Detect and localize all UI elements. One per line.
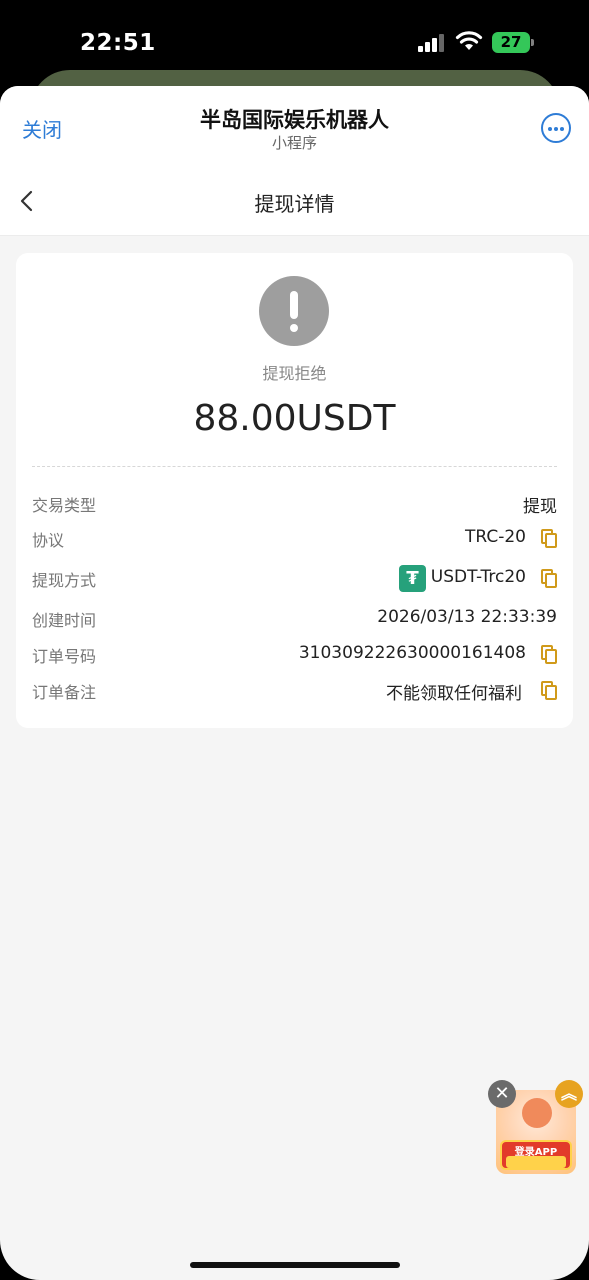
promo-expand-icon[interactable]: ︽ [555,1080,583,1108]
row-label: 提现方式 [32,571,97,590]
detail-row-withdrawal-method: 提现方式 ₮ USDT-Trc20 [32,565,557,593]
detail-row-order-note: 订单备注 不能领取任何福利 [32,677,557,705]
row-value: 2026/03/13 22:33:39 [377,607,557,627]
copy-icon[interactable] [541,569,557,588]
detail-row-transaction-type: 交易类型 提现 [32,490,557,518]
row-label: 交易类型 [32,496,97,515]
status-text: 提现拒绝 [262,364,327,383]
row-value: USDT-Trc20 [430,567,526,587]
copy-icon[interactable] [541,681,557,700]
miniprogram-title: 半岛国际娱乐机器人 [200,108,389,132]
miniprogram-header: 关闭 半岛国际娱乐机器人 小程序 [0,86,589,166]
cellular-signal-icon [418,34,448,52]
row-label: 订单备注 [32,683,97,702]
exclamation-icon [259,276,329,346]
tether-icon: ₮ [399,565,426,592]
wifi-icon [455,31,483,50]
floating-promo-widget[interactable]: 登录APP ✕ ︽ [488,1078,584,1176]
more-options-icon[interactable] [541,113,571,143]
nav-bar: 提现详情 [0,166,589,236]
row-value: TRC-20 [465,527,526,547]
miniprogram-subtitle: 小程序 [271,134,317,152]
detail-row-created-time: 创建时间 2026/03/13 22:33:39 [32,605,557,633]
status-time: 22:51 [80,30,156,56]
home-indicator[interactable] [190,1262,400,1268]
detail-row-order-number: 订单号码 310309222630000161408 [32,641,557,669]
copy-icon[interactable] [541,645,557,664]
promo-badge: 登录APP [500,1140,572,1170]
row-value: 不能领取任何福利 [386,684,522,704]
row-label: 协议 [32,531,65,550]
battery-icon: 27 [492,32,534,53]
detail-row-protocol: 协议 TRC-20 [32,525,557,553]
withdrawal-detail-card: 提现拒绝 88.00USDT 交易类型 提现 协议 TRC-20 提现方式 ₮ … [16,253,573,728]
page-title: 提现详情 [254,192,335,216]
row-value: 提现 [523,497,557,517]
withdrawal-amount: 88.00USDT [193,398,396,439]
copy-icon[interactable] [541,529,557,548]
mascot-icon [522,1098,552,1128]
promo-close-icon[interactable]: ✕ [488,1080,516,1108]
row-label: 创建时间 [32,611,97,630]
dashed-divider [32,466,557,467]
row-value: 310309222630000161408 [298,643,526,663]
battery-level: 27 [492,32,530,53]
row-label: 订单号码 [32,647,97,666]
